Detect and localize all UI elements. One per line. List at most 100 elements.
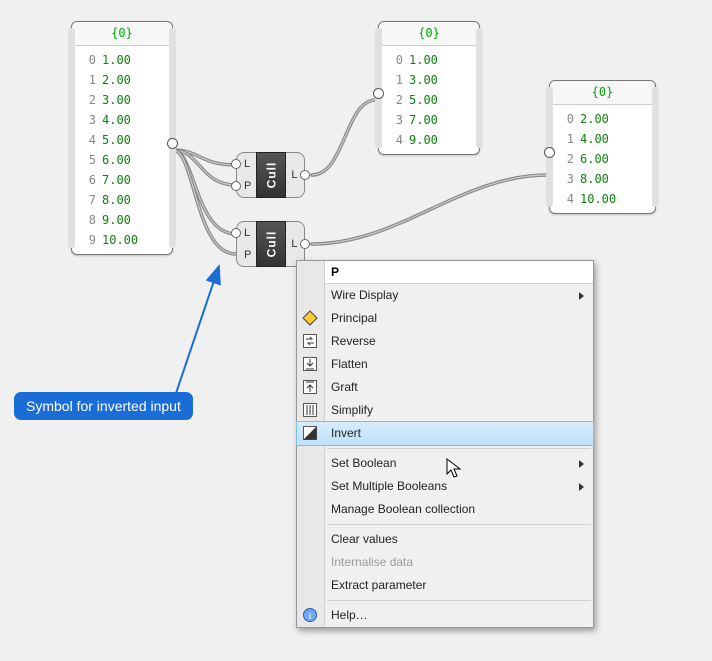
canvas[interactable]: {0} 01.0012.0023.0034.0045.0056.0067.007… <box>0 0 712 661</box>
list-item: 56.00 <box>72 150 172 170</box>
component-inputs: L P <box>236 221 256 267</box>
reverse-icon <box>302 333 318 349</box>
row-value: 9.00 <box>409 130 438 150</box>
row-value: 9.00 <box>102 210 131 230</box>
row-index: 8 <box>72 210 102 230</box>
menu-item-label: Invert <box>331 426 361 440</box>
input-port-p[interactable]: P <box>244 249 251 261</box>
menu-item-label: Flatten <box>331 357 368 371</box>
row-index: 4 <box>550 189 580 209</box>
row-value: 4.00 <box>580 129 609 149</box>
menu-item-label: Help… <box>331 608 368 622</box>
row-value: 4.00 <box>102 110 131 130</box>
data-panel-result-a[interactable]: {0} 01.0013.0025.0037.0049.00 <box>378 21 480 155</box>
menu-item-label: Extract parameter <box>331 578 426 592</box>
list-item: 410.00 <box>550 189 655 209</box>
row-value: 3.00 <box>409 70 438 90</box>
flatten-icon <box>302 356 318 372</box>
list-item: 38.00 <box>550 169 655 189</box>
list-item: 23.00 <box>72 90 172 110</box>
list-item: 12.00 <box>72 70 172 90</box>
row-index: 1 <box>379 70 409 90</box>
row-index: 3 <box>550 169 580 189</box>
row-index: 3 <box>379 110 409 130</box>
list-item: 01.00 <box>72 50 172 70</box>
menu-item-label: Manage Boolean collection <box>331 502 475 516</box>
list-item: 25.00 <box>379 90 479 110</box>
menu-item-label: Reverse <box>331 334 376 348</box>
component-inputs: L P <box>236 152 256 198</box>
menu-item-label: Principal <box>331 311 377 325</box>
data-panel-source[interactable]: {0} 01.0012.0023.0034.0045.0056.0067.007… <box>71 21 173 255</box>
list-item: 37.00 <box>379 110 479 130</box>
cull-component-a[interactable]: L P Cull L <box>236 152 305 198</box>
row-index: 7 <box>72 190 102 210</box>
row-value: 2.00 <box>102 70 131 90</box>
row-index: 0 <box>379 50 409 70</box>
component-core[interactable]: Cull <box>256 152 286 198</box>
annotation-callout: Symbol for inverted input <box>14 392 193 420</box>
menu-principal[interactable]: Principal <box>297 307 593 330</box>
menu-item-label: Wire Display <box>331 288 398 302</box>
menu-reverse[interactable]: Reverse <box>297 330 593 353</box>
menu-graft[interactable]: Graft <box>297 376 593 399</box>
list-item: 14.00 <box>550 129 655 149</box>
menu-item-label: Set Multiple Booleans <box>331 479 447 493</box>
row-index: 9 <box>72 230 102 250</box>
help-icon: i <box>302 607 318 623</box>
menu-wire-display[interactable]: Wire Display <box>297 284 593 307</box>
menu-clear-values[interactable]: Clear values <box>297 528 593 551</box>
menu-flatten[interactable]: Flatten <box>297 353 593 376</box>
row-index: 6 <box>72 170 102 190</box>
row-index: 0 <box>550 109 580 129</box>
input-port-p[interactable]: P <box>244 180 251 192</box>
svg-text:i: i <box>309 611 312 622</box>
invert-icon <box>302 425 318 441</box>
list-item: 89.00 <box>72 210 172 230</box>
menu-set-boolean[interactable]: Set Boolean <box>297 452 593 475</box>
row-value: 5.00 <box>102 130 131 150</box>
list-item: 910.00 <box>72 230 172 250</box>
input-port-l[interactable]: L <box>244 158 251 170</box>
branch-label: {0} <box>379 22 479 46</box>
row-value: 2.00 <box>580 109 609 129</box>
component-core[interactable]: Cull <box>256 221 286 267</box>
menu-item-label: Clear values <box>331 532 398 546</box>
row-value: 8.00 <box>102 190 131 210</box>
row-value: 1.00 <box>102 50 131 70</box>
row-value: 1.00 <box>409 50 438 70</box>
list-item: 67.00 <box>72 170 172 190</box>
simplify-icon <box>302 402 318 418</box>
list-item: 02.00 <box>550 109 655 129</box>
row-index: 0 <box>72 50 102 70</box>
list-item: 13.00 <box>379 70 479 90</box>
output-port-l[interactable]: L <box>291 238 297 250</box>
graft-icon <box>302 379 318 395</box>
menu-item-label: Graft <box>331 380 358 394</box>
row-value: 3.00 <box>102 90 131 110</box>
row-value: 10.00 <box>580 189 616 209</box>
menu-title: P <box>297 261 593 284</box>
context-menu: P Wire Display Principal Reverse Flatten Gra… <box>296 260 594 628</box>
list-item: 34.00 <box>72 110 172 130</box>
menu-manage-boolean-collection[interactable]: Manage Boolean collection <box>297 498 593 521</box>
data-panel-result-b[interactable]: {0} 02.0014.0026.0038.00410.00 <box>549 80 656 214</box>
list-item: 78.00 <box>72 190 172 210</box>
menu-invert[interactable]: Invert <box>297 422 593 445</box>
output-port-l[interactable]: L <box>291 169 297 181</box>
row-value: 6.00 <box>580 149 609 169</box>
menu-separator <box>327 448 591 449</box>
input-port-l[interactable]: L <box>244 227 251 239</box>
row-index: 3 <box>72 110 102 130</box>
row-index: 2 <box>72 90 102 110</box>
list-item: 45.00 <box>72 130 172 150</box>
menu-help[interactable]: i Help… <box>297 604 593 627</box>
row-index: 1 <box>550 129 580 149</box>
row-index: 4 <box>379 130 409 150</box>
menu-set-multiple-booleans[interactable]: Set Multiple Booleans <box>297 475 593 498</box>
branch-label: {0} <box>550 81 655 105</box>
row-index: 5 <box>72 150 102 170</box>
menu-simplify[interactable]: Simplify <box>297 399 593 422</box>
menu-extract-parameter[interactable]: Extract parameter <box>297 574 593 597</box>
list-item: 01.00 <box>379 50 479 70</box>
